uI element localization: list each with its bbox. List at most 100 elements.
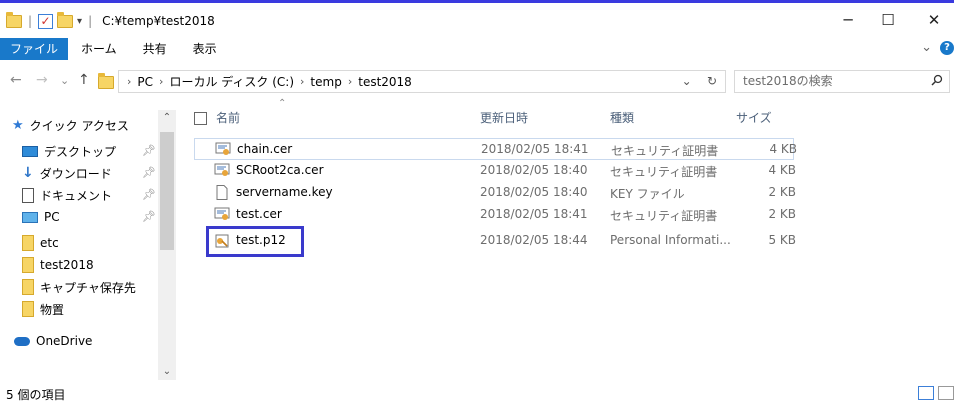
sidebar-item-label: test2018	[40, 258, 94, 272]
file-name: SCRoot2ca.cer	[236, 163, 324, 177]
tab-home[interactable]: ホーム	[68, 38, 130, 60]
search-icon[interactable]	[931, 74, 943, 86]
file-date: 2018/02/05 18:41	[481, 142, 589, 156]
expand-ribbon-icon[interactable]: ⌄	[921, 40, 932, 55]
sidebar-item-label: クイック アクセス	[29, 118, 129, 133]
refresh-icon[interactable]: ↻	[707, 74, 717, 88]
scroll-thumb[interactable]	[160, 132, 174, 250]
pc-icon	[22, 211, 38, 223]
sidebar-item-label: ダウンロード	[39, 166, 112, 181]
column-header-name[interactable]: 名前	[216, 106, 240, 130]
file-size: 5 KB	[768, 233, 796, 247]
pin-icon[interactable]: 📌︎	[142, 166, 156, 179]
breadcrumb-pc[interactable]: PC	[137, 75, 153, 89]
file-size: 4 KB	[768, 163, 796, 177]
up-arrow-icon[interactable]: ↑	[78, 72, 90, 88]
sidebar-item-label: PC	[44, 210, 60, 224]
sort-arrow-icon: ⌃	[278, 98, 287, 109]
pin-icon[interactable]: 📌︎	[142, 144, 156, 157]
column-header-type[interactable]: 種類	[610, 106, 634, 130]
sidebar-item-onedrive[interactable]: OneDrive	[14, 330, 92, 352]
address-bar[interactable]: › PC › ローカル ディスク (C:) › temp › test2018 …	[118, 70, 726, 93]
star-icon: ★	[12, 117, 24, 133]
cloud-icon	[14, 336, 30, 346]
breadcrumb-test2018[interactable]: test2018	[358, 75, 412, 89]
ribbon-tabs: ファイル ホーム 共有 表示 ⌄ ?	[0, 38, 954, 60]
folder-icon[interactable]	[6, 11, 22, 28]
certificate-icon	[214, 207, 230, 220]
close-button[interactable]: ✕	[914, 9, 954, 31]
sidebar-item-storage[interactable]: 物置	[22, 298, 64, 320]
highlight-box	[206, 226, 304, 257]
scroll-down-icon[interactable]: ⌄	[158, 364, 176, 380]
chevron-right-icon: ›	[127, 75, 132, 88]
search-input[interactable]: test2018の検索	[734, 70, 950, 93]
ribbon-controls: ⌄ ?	[921, 40, 954, 55]
sidebar-item-label: デスクトップ	[44, 144, 117, 159]
desktop-icon	[22, 145, 38, 157]
pin-icon[interactable]: 📌︎	[142, 188, 156, 201]
minimize-button[interactable]: ─	[828, 9, 868, 31]
table-row[interactable]: SCRoot2ca.cer 2018/02/05 18:40 セキュリティ証明書…	[194, 160, 796, 182]
navigation-pane: ★ クイック アクセス デスクトップ ↓ ダウンロード ドキュメント PC 📌︎…	[0, 104, 178, 382]
sidebar-item-quick-access[interactable]: ★ クイック アクセス	[12, 114, 129, 136]
table-row[interactable]: test.cer 2018/02/05 18:41 セキュリティ証明書 2 KB	[194, 204, 796, 226]
file-name: servername.key	[236, 185, 333, 199]
window-title: C:¥temp¥test2018	[102, 14, 215, 28]
sidebar-item-documents[interactable]: ドキュメント	[22, 184, 112, 206]
quick-access-toolbar: | ✓ ▾ | C:¥temp¥test2018	[6, 11, 215, 31]
properties-check-icon[interactable]: ✓	[38, 13, 54, 29]
chevron-right-icon[interactable]: ›	[159, 75, 163, 88]
file-size: 2 KB	[768, 185, 796, 199]
tab-share[interactable]: 共有	[130, 38, 180, 60]
search-placeholder: test2018の検索	[743, 74, 833, 88]
address-dropdown-icon[interactable]: ⌄	[682, 74, 692, 88]
table-row[interactable]: servername.key 2018/02/05 18:40 KEY ファイル…	[194, 182, 796, 204]
certificate-icon	[214, 163, 230, 176]
certificate-icon	[215, 142, 231, 155]
folder-icon	[98, 73, 114, 89]
blank-file-icon	[216, 185, 228, 200]
folder-icon	[22, 257, 34, 273]
large-icons-view-icon[interactable]	[938, 386, 954, 400]
recent-locations-icon[interactable]: ⌄	[60, 74, 69, 87]
sidebar-item-desktop[interactable]: デスクトップ	[22, 140, 116, 162]
file-date: 2018/02/05 18:40	[480, 163, 588, 177]
details-view-icon[interactable]	[918, 386, 934, 400]
new-folder-icon[interactable]	[57, 11, 74, 28]
sidebar-item-test2018[interactable]: test2018	[22, 254, 94, 276]
sidebar-item-etc[interactable]: etc	[22, 232, 59, 254]
tab-view[interactable]: 表示	[180, 38, 230, 60]
scroll-up-icon[interactable]: ⌃	[158, 110, 176, 126]
breadcrumb-temp[interactable]: temp	[310, 75, 341, 89]
title-bar: | ✓ ▾ | C:¥temp¥test2018 ─ ☐ ✕	[0, 0, 954, 38]
column-header-size[interactable]: サイズ	[736, 106, 772, 130]
file-type: KEY ファイル	[610, 187, 685, 201]
column-header-date[interactable]: 更新日時	[480, 106, 528, 130]
forward-arrow-icon[interactable]: →	[36, 72, 48, 88]
select-all-checkbox[interactable]	[194, 112, 207, 125]
file-size: 2 KB	[768, 207, 796, 221]
sidebar-item-label: キャプチャ保存先	[40, 280, 136, 295]
file-date: 2018/02/05 18:40	[480, 185, 588, 199]
file-type: セキュリティ証明書	[611, 144, 719, 158]
tab-file[interactable]: ファイル	[0, 38, 69, 60]
chevron-right-icon[interactable]: ›	[348, 75, 352, 88]
back-arrow-icon[interactable]: ←	[10, 72, 22, 88]
breadcrumb-local-disk[interactable]: ローカル ディスク (C:)	[169, 73, 294, 90]
sidebar-item-pc[interactable]: PC	[22, 206, 60, 228]
maximize-button[interactable]: ☐	[868, 9, 908, 31]
sidebar-item-downloads[interactable]: ↓ ダウンロード	[22, 162, 112, 184]
nav-scrollbar[interactable]: ⌃ ⌄	[158, 110, 176, 380]
pin-icon[interactable]: 📌︎	[142, 210, 156, 223]
help-icon[interactable]: ?	[940, 40, 954, 55]
sidebar-item-capture-folder[interactable]: キャプチャ保存先	[22, 276, 136, 298]
table-row[interactable]: chain.cer 2018/02/05 18:41 セキュリティ証明書 4 K…	[194, 138, 797, 160]
customize-toolbar-icon[interactable]: ▾	[77, 16, 82, 27]
sidebar-item-label: 物置	[40, 302, 65, 317]
folder-icon	[22, 235, 34, 251]
file-type: セキュリティ証明書	[610, 209, 718, 223]
file-name: test.cer	[236, 207, 282, 221]
file-type: セキュリティ証明書	[610, 165, 718, 179]
chevron-right-icon[interactable]: ›	[300, 75, 304, 88]
